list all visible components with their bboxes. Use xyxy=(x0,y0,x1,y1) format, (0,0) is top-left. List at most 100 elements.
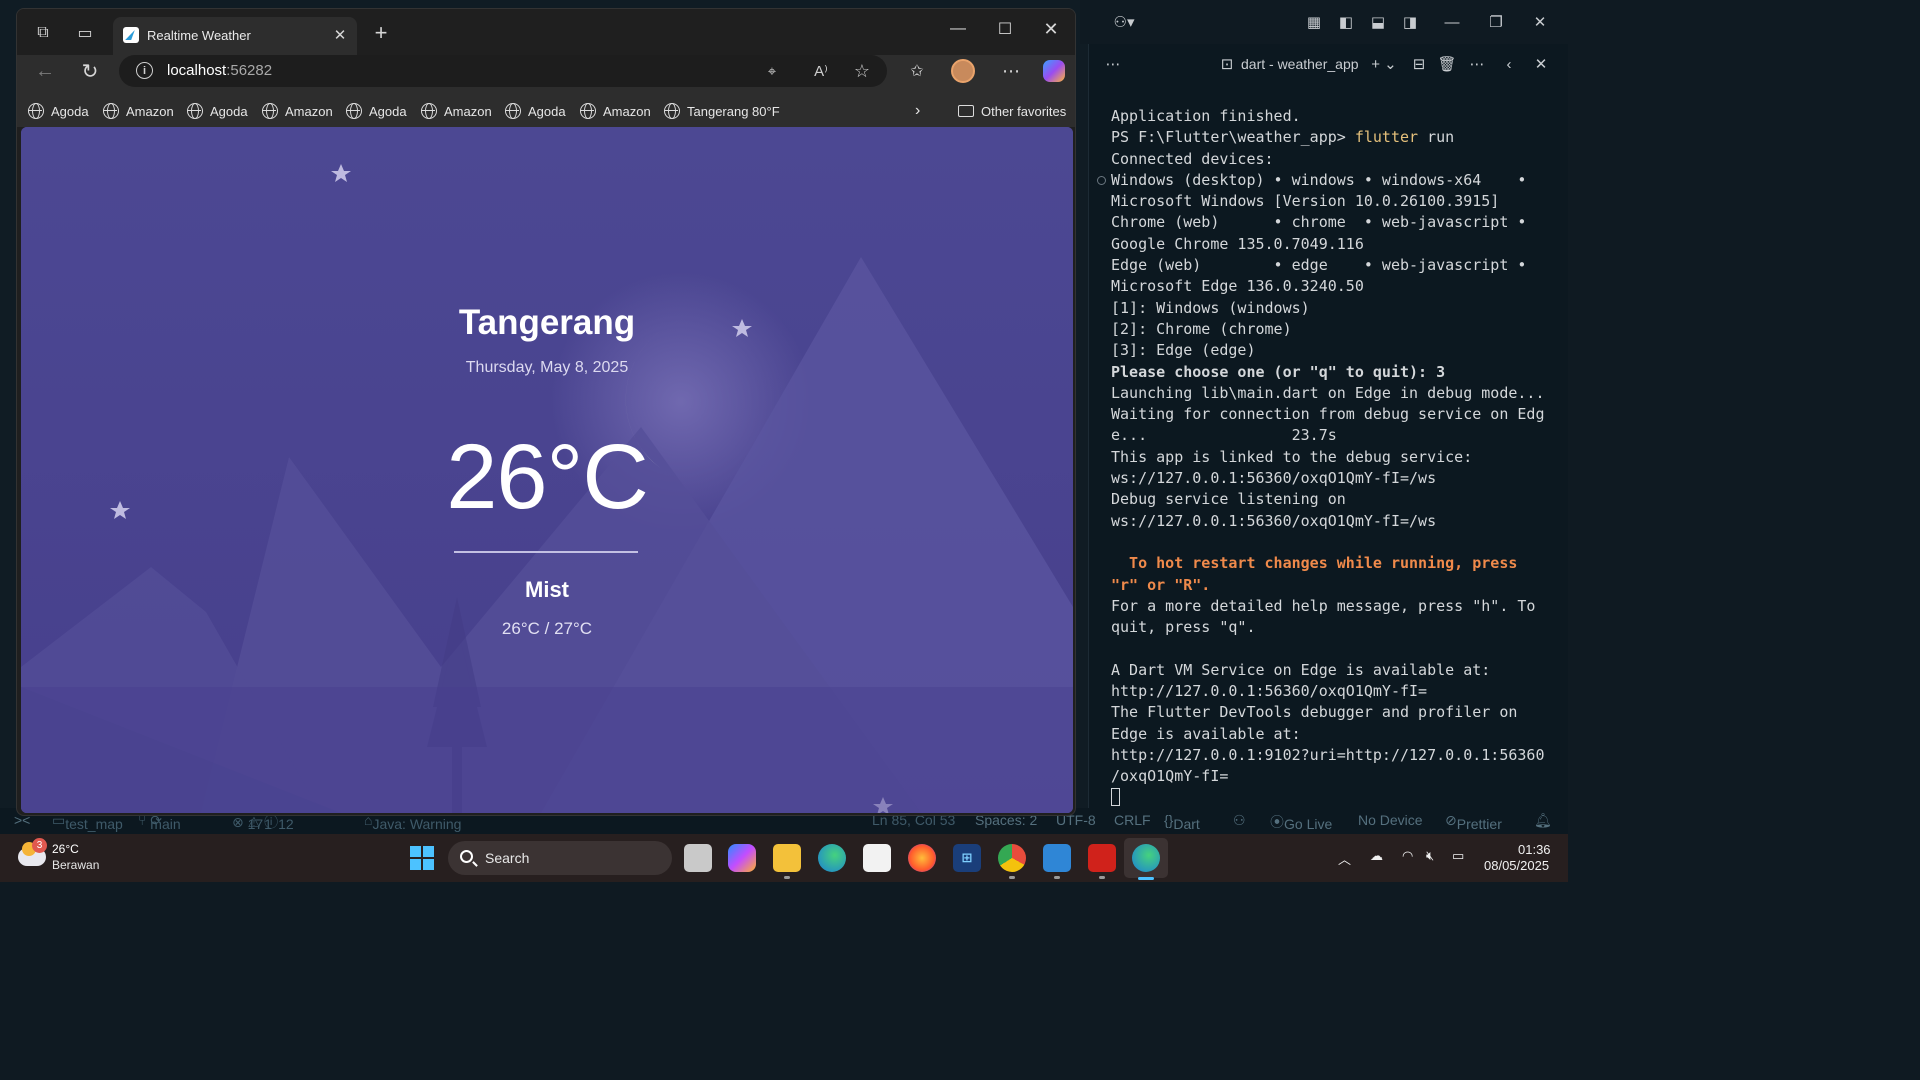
favorite-item[interactable]: Amazon xyxy=(262,101,333,121)
wifi-icon[interactable]: ◠ xyxy=(1402,848,1413,864)
close-panel-icon[interactable]: ✕ xyxy=(1531,54,1551,74)
toggle-panel-icon[interactable]: ⬓ xyxy=(1368,12,1388,32)
favorite-item[interactable]: Agoda xyxy=(28,101,89,121)
microsoft-store-icon[interactable] xyxy=(863,844,891,872)
terminal-line: Waiting for connection from debug servic… xyxy=(1111,405,1545,424)
other-favorites[interactable]: Other favorites xyxy=(958,101,1066,121)
terminal-line: Windows (desktop) • windows • windows-x6… xyxy=(1111,170,1527,189)
clock-time[interactable]: 01:36 xyxy=(1518,842,1551,857)
command-decoration-icon[interactable] xyxy=(1097,176,1106,185)
maximize-window-icon[interactable]: ☐ xyxy=(991,15,1019,43)
taskbar-search[interactable]: Search xyxy=(448,841,672,875)
acrobat-icon[interactable] xyxy=(1088,844,1116,872)
customize-layout-icon[interactable]: ▦ xyxy=(1304,12,1324,32)
status-eol[interactable]: CRLF xyxy=(1114,812,1151,828)
settings-more-icon[interactable]: ⋯ xyxy=(997,57,1025,85)
show-hidden-icons-icon[interactable]: ︿ xyxy=(1338,849,1351,868)
battery-icon[interactable]: ▭ xyxy=(1452,848,1464,864)
favorites-icon[interactable]: ✩ xyxy=(903,57,931,85)
close-tab-icon[interactable]: ✕ xyxy=(329,24,351,46)
terminal-title[interactable]: dart - weather_app xyxy=(1241,56,1359,72)
restore-icon[interactable]: ❐ xyxy=(1486,12,1506,32)
clock-date[interactable]: 08/05/2025 xyxy=(1484,858,1549,873)
favorite-label: Amazon xyxy=(444,103,492,119)
minimize-icon[interactable]: — xyxy=(1442,12,1462,32)
copilot-status-icon[interactable]: ⚇ xyxy=(1233,812,1246,829)
firefox-icon[interactable] xyxy=(908,844,936,872)
chevron-left-icon[interactable]: ‹ xyxy=(1499,54,1519,74)
terminal-line: "r" or "R". xyxy=(1111,575,1211,594)
favorite-label: Amazon xyxy=(603,103,651,119)
toggle-secondary-sidebar-icon[interactable]: ◨ xyxy=(1400,12,1420,32)
running-indicator xyxy=(1054,876,1060,879)
terminal-panel[interactable]: ⋯ ⊡ dart - weather_app + ⌄ ⊟ 🗑 ⋯ ‹ ✕ App… xyxy=(1088,44,1568,808)
status-golive[interactable]: ⦿ Go Live xyxy=(1270,812,1332,832)
taskbar-weather-temp: 26°C xyxy=(52,842,79,856)
notifications-bell-icon[interactable]: 🔔︎ xyxy=(1534,812,1552,829)
task-view-icon[interactable] xyxy=(684,844,712,872)
search-label: Search xyxy=(485,850,530,866)
terminal-line: Connected devices: xyxy=(1111,149,1274,168)
url-text[interactable]: localhost:56282 xyxy=(167,62,272,79)
terminal-line: Please choose one (or "q" to quit): 3 xyxy=(1111,362,1446,381)
close-icon[interactable]: ✕ xyxy=(1530,12,1550,32)
volume-muted-icon[interactable]: 🔇︎ xyxy=(1426,848,1434,864)
edge-active-app-icon[interactable] xyxy=(1132,844,1160,872)
address-bar[interactable]: i localhost:56282 ⌖ A⁾ ☆ xyxy=(119,55,887,87)
status-language[interactable]: {} Dart xyxy=(1164,812,1200,832)
flutter-favicon-icon xyxy=(123,27,139,43)
copilot-icon[interactable]: ⚇▾ xyxy=(1108,12,1140,32)
split-terminal-icon[interactable]: ⊟ xyxy=(1409,54,1429,74)
workspaces-icon[interactable]: ⧉ xyxy=(29,19,57,47)
favorite-item[interactable]: Agoda xyxy=(346,101,407,121)
new-terminal-icon[interactable]: + ⌄ xyxy=(1367,54,1401,74)
terminal-more-icon[interactable]: ⋯ xyxy=(1467,54,1487,74)
add-favorite-star-icon[interactable]: ☆ xyxy=(852,61,872,81)
visual-studio-installer-icon[interactable]: ⊞ xyxy=(953,844,981,872)
profile-avatar[interactable] xyxy=(951,59,975,83)
vscode-app-icon[interactable] xyxy=(1043,844,1071,872)
tab-actions-icon[interactable]: ▭ xyxy=(71,19,99,47)
running-indicator xyxy=(1099,876,1105,879)
terminal-line: A Dart VM Service on Edge is available a… xyxy=(1111,660,1491,679)
globe-icon xyxy=(28,103,44,119)
more-actions-icon[interactable]: ⋯ xyxy=(1103,54,1123,74)
tab-realtime-weather[interactable]: Realtime Weather ✕ xyxy=(113,17,357,55)
favorite-item[interactable]: Agoda xyxy=(187,101,248,121)
kill-terminal-icon[interactable]: 🗑 xyxy=(1437,54,1457,74)
favorite-item[interactable]: Amazon xyxy=(421,101,492,121)
favorite-label: Agoda xyxy=(210,103,248,119)
read-aloud-icon[interactable]: A⁾ xyxy=(811,61,831,81)
chrome-icon[interactable] xyxy=(998,844,1026,872)
start-button[interactable] xyxy=(410,846,434,870)
new-tab-icon[interactable]: + xyxy=(367,19,395,47)
terminal-line: For a more detailed help message, press … xyxy=(1111,596,1536,615)
onedrive-icon[interactable]: ☁ xyxy=(1370,848,1383,864)
toggle-primary-sidebar-icon[interactable]: ◧ xyxy=(1336,12,1356,32)
favorite-item[interactable]: Amazon xyxy=(103,101,174,121)
favorite-item[interactable]: Agoda xyxy=(505,101,566,121)
minimize-window-icon[interactable]: — xyxy=(944,15,972,43)
edge-app-icon[interactable] xyxy=(818,844,846,872)
terminal-line: Chrome (web) • chrome • web-javascript • xyxy=(1111,213,1527,232)
taskbar-weather-widget[interactable]: 3 26°C Berawan xyxy=(18,838,128,876)
back-icon[interactable]: ← xyxy=(31,57,59,85)
file-explorer-icon[interactable] xyxy=(773,844,801,872)
copilot-app-icon[interactable] xyxy=(728,844,756,872)
terminal-line: [2]: Chrome (chrome) xyxy=(1111,319,1292,338)
more-favorites-chevron-icon[interactable]: › xyxy=(915,101,920,121)
status-device[interactable]: No Device xyxy=(1358,812,1423,828)
copilot-icon[interactable] xyxy=(1043,60,1065,82)
terminal-output[interactable]: Application finished. PS F:\Flutter\weath… xyxy=(1111,106,1563,809)
refresh-icon[interactable]: ↻ xyxy=(76,57,104,85)
site-info-icon[interactable]: i xyxy=(136,62,153,79)
temperature-range: 26°C / 27°C xyxy=(501,619,593,638)
running-indicator xyxy=(1009,876,1015,879)
favorite-label: Amazon xyxy=(285,103,333,119)
status-prettier[interactable]: ⊘ Prettier xyxy=(1445,812,1502,832)
favorite-item[interactable]: Amazon xyxy=(580,101,651,121)
close-window-icon[interactable]: ✕ xyxy=(1037,15,1065,43)
favorite-item[interactable]: Tangerang 80°F xyxy=(664,101,780,121)
location-icon[interactable]: ⌖ xyxy=(762,61,782,81)
